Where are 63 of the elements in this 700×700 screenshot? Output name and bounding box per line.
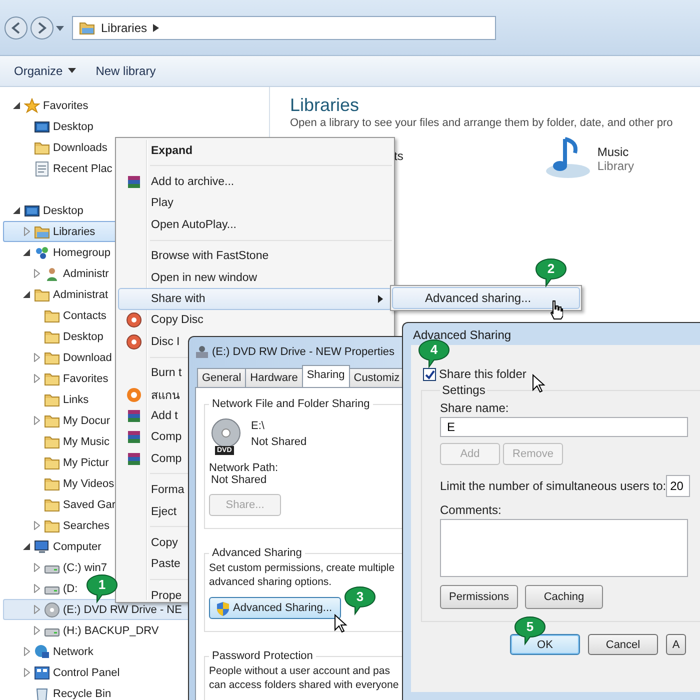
menu-label: Comp <box>150 431 182 444</box>
menu-label: สแกน <box>150 388 180 404</box>
group-heading: Advanced Sharing <box>211 547 303 559</box>
tree-label: Recycle Bin <box>53 688 112 700</box>
field-label: Limit the number of simultaneous users to: <box>440 479 666 493</box>
tree-label: Homegroup <box>53 246 110 258</box>
step-badge: 1 <box>86 574 118 604</box>
step-badge: 4 <box>418 339 450 369</box>
tree-label: Recent Plac <box>53 162 112 174</box>
tree-label: Download <box>63 352 112 364</box>
tree-label: Libraries <box>53 226 96 238</box>
network-path: Not Shared <box>211 474 268 486</box>
menu-label: Disc I <box>150 336 180 348</box>
tree-label: My Videos <box>63 478 114 490</box>
menu-label: Play <box>150 197 174 210</box>
window-title: (E:) DVD RW Drive - NEW Properties <box>212 346 395 358</box>
group-heading: Network File and Folder Sharing <box>211 398 371 410</box>
drive-path: E:\ <box>251 419 266 434</box>
tree-label: Downloads <box>53 142 108 154</box>
menu-label: Open in new window <box>150 272 258 284</box>
menu-label: Add t <box>150 410 178 422</box>
tree-label: Administrat <box>53 288 108 300</box>
menu-label: Copy Disc <box>150 314 204 326</box>
tree-label: Administr <box>63 268 109 280</box>
group-heading: Settings <box>441 383 486 397</box>
description-text: People without a user account and pas can access folders shared with everyone <box>209 664 399 692</box>
menu-label: Share with <box>150 293 206 306</box>
field-label: Network Path: <box>209 462 280 474</box>
tree-label: Desktop <box>63 330 104 342</box>
tree-label: Favorites <box>43 100 88 112</box>
tree-label: Desktop <box>53 120 94 132</box>
step-badge: 3 <box>344 586 376 616</box>
tree-label: Contacts <box>63 310 106 322</box>
tree-label: (H:) BACKUP_DRV <box>63 624 159 636</box>
tree-label: Favorites <box>63 372 108 384</box>
step-badge: 2 <box>535 258 567 288</box>
tree-label: (E:) DVD RW Drive - NE <box>63 604 182 616</box>
menu-label: Open AutoPlay... <box>150 218 236 231</box>
menu-label: Expand <box>150 144 193 157</box>
field-label: Comments: <box>440 503 502 517</box>
checkbox-label: Share this folder <box>439 367 526 381</box>
tree-label: My Music <box>63 436 110 448</box>
tree-label: Saved Gar <box>63 498 116 510</box>
tree-label: My Docur <box>63 414 110 426</box>
tree-label: My Pictur <box>63 456 109 468</box>
tree-label: Links <box>63 394 89 406</box>
tree-label: Computer <box>53 540 102 552</box>
group-heading: Password Protection <box>211 650 314 662</box>
tree-label: (C:) win7 <box>63 562 108 574</box>
page-subtitle: Open a library to see your files and arrange them by folder, date, and other pro <box>290 117 674 129</box>
tree-label: Searches <box>63 520 110 532</box>
tree-label: Control Panel <box>53 666 120 678</box>
page-title: Libraries <box>290 94 360 117</box>
menu-label: Browse with FastStone <box>150 250 269 262</box>
field-label: Share name: <box>440 401 510 415</box>
library-caption: Library <box>597 159 634 173</box>
tree-label: Network <box>53 646 94 658</box>
share-status: Not Shared <box>251 435 307 450</box>
description-text: Set custom permissions, create multiple advanced sharing options. <box>209 561 395 589</box>
menu-label: Add to archive... <box>150 176 234 188</box>
tree-label: Desktop <box>43 204 84 216</box>
tree-label: (D: <box>63 582 78 594</box>
menu-label: Comp <box>150 452 182 465</box>
